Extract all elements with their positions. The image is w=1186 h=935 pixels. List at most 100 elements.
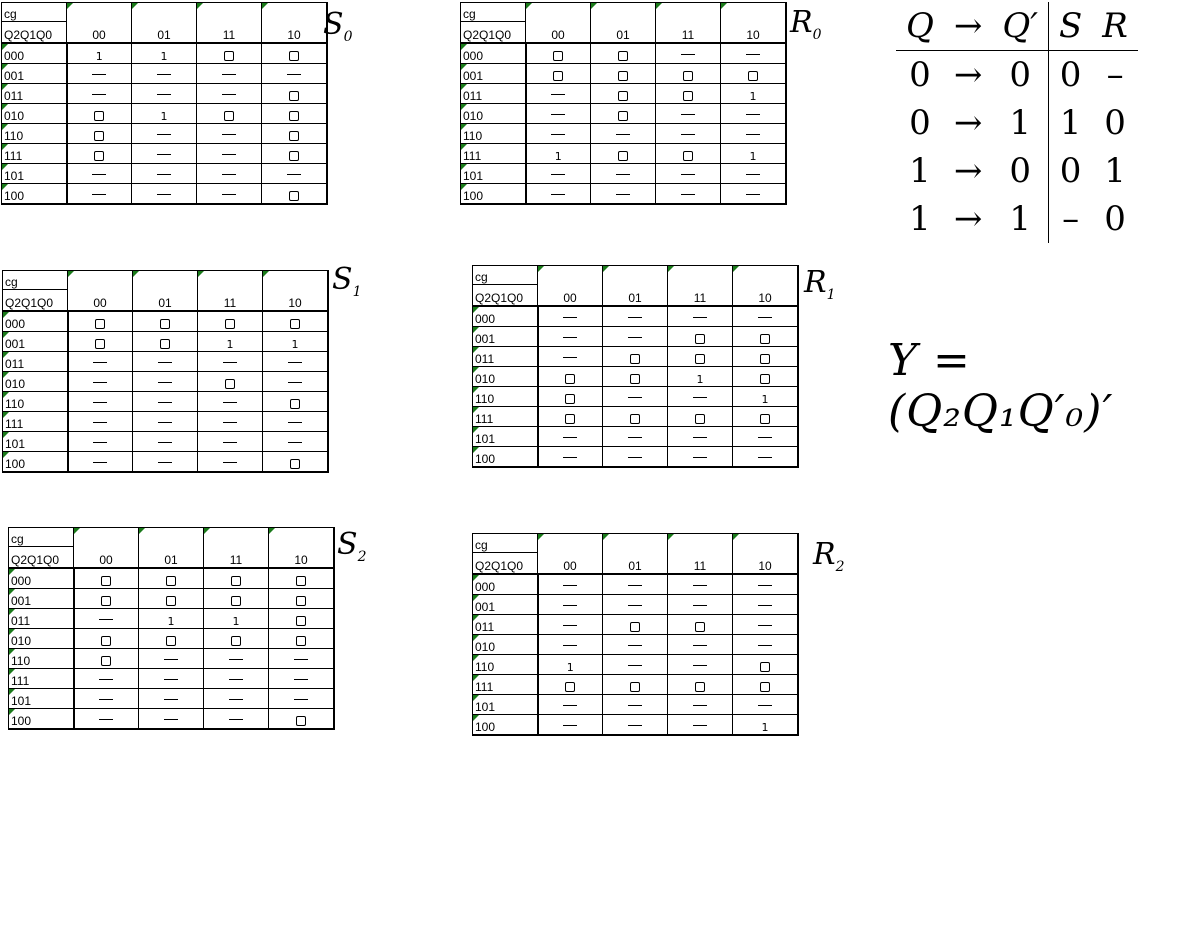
kmap-row-label: 010 (2, 371, 69, 392)
kmap-row-label: 001 (8, 588, 75, 609)
dont-care-mark (563, 585, 578, 587)
dont-care-mark (93, 382, 108, 384)
kmap-cell (73, 668, 139, 689)
kmap-row: 011 1 (460, 83, 787, 104)
dont-care-mark (222, 194, 236, 196)
kmap-cell (262, 431, 329, 452)
dont-care-mark (229, 719, 243, 721)
kmap-cell (66, 123, 132, 144)
kmap-cell (602, 406, 668, 427)
kmap-cell (732, 634, 799, 655)
kmap-row: 000 (472, 573, 799, 595)
kmap-cell (131, 163, 197, 184)
dont-care-mark (294, 699, 308, 701)
kmap-cell: 1 (720, 143, 787, 164)
kmap-row: 011 (2, 351, 329, 372)
kmap-cell (261, 123, 328, 144)
kmap-cell (138, 688, 204, 709)
kmap-row: 011 1 1 (8, 608, 335, 629)
kmap-cell (590, 83, 656, 104)
zero-mark (618, 110, 628, 121)
dont-care-mark (99, 619, 114, 621)
kmap-cell (196, 123, 262, 144)
kmap-row-label: 100 (472, 446, 539, 468)
kmap-row: 001 (472, 326, 799, 347)
dont-care-mark (616, 194, 630, 196)
kmap-row: 101 (472, 694, 799, 715)
kmap-col-header: 01 (131, 2, 197, 44)
kmap-cell (203, 628, 269, 649)
one-mark: 1 (232, 615, 240, 628)
kmap-corner-bottom: Q2Q1Q0 (2, 288, 68, 312)
zero-mark (695, 413, 705, 424)
kmap-row: 011 (1, 83, 328, 104)
kmap-row-label: 110 (8, 648, 75, 669)
kmap-row-label: 011 (460, 83, 527, 104)
kmap-row-label: 001 (460, 63, 527, 84)
kmap-cell: 1 (131, 42, 197, 64)
sr-excitation-table: Q → Q′ S R 0 → 0 0–0 → 1 1 0 1 → 0 0 1 1 → 1–0 (896, 2, 1138, 243)
kmap-label-s1: S1 (332, 262, 362, 300)
dont-care-mark (693, 317, 707, 319)
kmap-cell (732, 326, 799, 347)
kmap-row-label: 011 (2, 351, 69, 372)
kmap-cell (667, 694, 733, 715)
kmap-row-label: 010 (8, 628, 75, 649)
dont-care-mark (93, 442, 108, 444)
dont-care-mark (288, 362, 302, 364)
zero-mark (289, 190, 299, 201)
truth-table-row: 1 → 0 0 1 (896, 147, 1138, 195)
kmap-row: 000 1 1 (1, 42, 328, 64)
kmap-cell (732, 406, 799, 427)
kmap-row-label: 000 (460, 42, 527, 64)
kmap-cell (602, 594, 668, 615)
kmap-cell (67, 391, 133, 412)
kmap-row: 111 (1, 143, 328, 164)
dont-care-mark (616, 134, 630, 136)
kmap-cell (537, 366, 603, 387)
kmap-row-label: 110 (472, 386, 539, 407)
kmap-cell (261, 143, 328, 164)
dont-care-mark (681, 194, 695, 196)
dont-care-mark (157, 74, 171, 76)
kmap-cell (602, 386, 668, 407)
dont-care-mark (99, 679, 114, 681)
dont-care-mark (93, 422, 108, 424)
zero-mark (225, 318, 235, 329)
dont-care-mark (628, 725, 642, 727)
kmap-row-label: 101 (472, 694, 539, 715)
kmap-col-header: 01 (138, 527, 204, 569)
kmap-cell (138, 588, 204, 609)
kmap-cell (732, 305, 799, 327)
kmap-col-header: 00 (537, 265, 603, 307)
truth-table-cell: 0 (1009, 55, 1031, 95)
kmap-col-header: 11 (196, 2, 262, 44)
kmap-row: 111 (2, 411, 329, 432)
kmap-row: 001 1 1 (2, 331, 329, 352)
kmap-row: 010 1 (472, 366, 799, 387)
zero-mark (224, 110, 234, 121)
zero-mark (565, 681, 576, 692)
dont-care-mark (551, 174, 566, 176)
kmap-cell (262, 391, 329, 412)
truth-table-cell: 0 (1104, 199, 1126, 239)
kmap-cell (525, 42, 591, 64)
kmap-cell (138, 668, 204, 689)
kmap-cell (197, 411, 263, 432)
kmap-row: 100 (460, 183, 787, 205)
kmap-cell (261, 42, 328, 64)
kmap-label-s2: S2 (337, 527, 367, 565)
zero-mark (101, 655, 112, 666)
kmap-cell (66, 63, 132, 84)
kmap-cell (138, 628, 204, 649)
kmap-cell (197, 391, 263, 412)
kmap-row-label: 011 (472, 614, 539, 635)
kmap-col-header: 00 (537, 533, 603, 575)
kmap-cell (67, 431, 133, 452)
truth-table-header: Q (896, 2, 944, 51)
kmap-cell (203, 588, 269, 609)
zero-mark (760, 373, 770, 384)
kmap-cell (667, 446, 733, 468)
kmap-cell (261, 163, 328, 184)
kmap-row: 110 1 (472, 386, 799, 407)
